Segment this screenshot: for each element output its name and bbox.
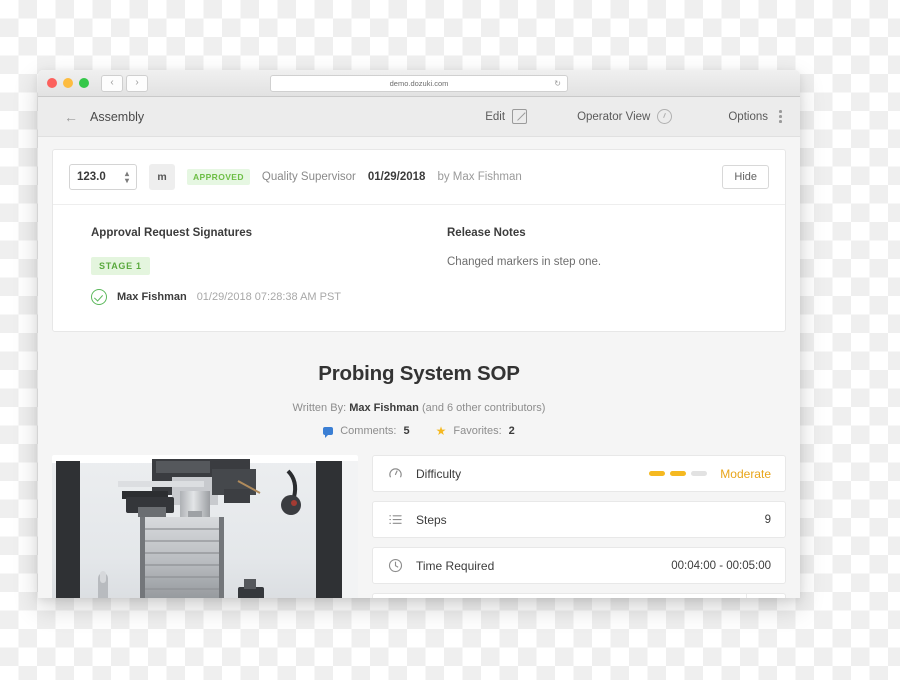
comments-count: 5 xyxy=(403,425,410,437)
url-text: demo.dozuki.com xyxy=(389,78,449,88)
signer-name: Max Fishman xyxy=(117,291,187,303)
pencil-square-icon xyxy=(512,109,528,124)
page-title: Probing System SOP xyxy=(318,362,520,385)
maximize-window-button[interactable] xyxy=(79,78,89,88)
difficulty-bar-1 xyxy=(649,471,666,476)
reload-icon[interactable]: ↻ xyxy=(554,79,561,88)
breadcrumb[interactable]: Assembly xyxy=(90,110,144,124)
forward-button[interactable]: › xyxy=(126,74,148,92)
stepper-arrows-icon[interactable]: ▴ ▾ xyxy=(125,169,129,184)
release-notes-body: Changed markers in step one. xyxy=(447,256,602,268)
window-controls xyxy=(47,78,89,88)
written-by-label: Written By: xyxy=(292,402,347,414)
favorites-label: Favorites: xyxy=(453,425,502,437)
favorites-stat[interactable]: ★ Favorites: 2 xyxy=(436,425,515,437)
approval-card: 123.0 ▴ ▾ m APPROVED Quality Supervisor 0… xyxy=(52,149,786,332)
difficulty-bar-3 xyxy=(691,471,708,476)
close-window-button[interactable] xyxy=(47,78,57,88)
approval-author: by Max Fishman xyxy=(437,171,522,183)
hide-button[interactable]: Hide xyxy=(722,165,769,189)
star-icon: ★ xyxy=(435,424,447,438)
options-button[interactable]: Options xyxy=(728,109,782,124)
unit-label: m xyxy=(149,164,175,190)
gauge-icon xyxy=(657,109,673,124)
approval-date: 01/29/2018 xyxy=(367,171,426,183)
difficulty-meter: Moderate xyxy=(649,467,771,481)
status-badge: APPROVED xyxy=(187,169,250,185)
approval-body: Approval Request Signatures STAGE 1 Max … xyxy=(53,205,785,331)
document-title-block: Probing System SOP Written By: Max Fishm… xyxy=(38,332,800,438)
back-button[interactable]: ‹ xyxy=(101,74,123,92)
difficulty-label: Difficulty xyxy=(416,466,462,481)
approval-bar: 123.0 ▴ ▾ m APPROVED Quality Supervisor 0… xyxy=(53,150,785,205)
steps-value: 9 xyxy=(764,513,771,526)
info-row-steps[interactable]: Steps 9 xyxy=(372,501,786,538)
info-row-time[interactable]: Time Required 00:04:00 - 00:05:00 xyxy=(372,547,786,584)
back-arrow-icon[interactable]: ← xyxy=(64,110,78,124)
signature-row: Max Fishman 01/29/2018 07:28:38 AM PST xyxy=(91,289,431,305)
quantity-value: 123.0 xyxy=(77,171,106,183)
signatures-column: Approval Request Signatures STAGE 1 Max … xyxy=(91,227,431,305)
release-notes-heading: Release Notes xyxy=(447,227,526,239)
time-required-label: Time Required xyxy=(416,558,495,573)
options-label: Options xyxy=(728,110,768,123)
clock-icon xyxy=(387,558,404,573)
guide-info-list: Difficulty Moderate Steps 9 Time Require… xyxy=(372,455,786,598)
time-required-value: 00:04:00 - 00:05:00 xyxy=(671,559,771,572)
operator-view-label: Operator View xyxy=(577,110,651,123)
navigation-buttons: ‹ › xyxy=(101,74,148,92)
difficulty-gauge-icon xyxy=(387,466,404,481)
quantity-stepper[interactable]: 123.0 ▴ ▾ xyxy=(69,164,137,190)
kebab-menu-icon[interactable] xyxy=(779,109,782,124)
app-header: ← Assembly Edit Operator View Options xyxy=(38,97,800,137)
byline: Written By: Max Fishman (and 6 other con… xyxy=(38,402,800,414)
steps-label: Steps xyxy=(416,512,447,527)
check-circle-icon xyxy=(91,289,107,305)
edit-label: Edit xyxy=(485,110,506,123)
browser-window: ‹ › demo.dozuki.com ↻ ← Assembly Edit Op… xyxy=(38,70,800,598)
cnc-machine-photo xyxy=(52,455,358,598)
comments-label: Comments: xyxy=(340,425,397,437)
info-row-difficulty[interactable]: Difficulty Moderate xyxy=(372,455,786,492)
difficulty-bar-2 xyxy=(670,471,687,476)
author-name[interactable]: Max Fishman xyxy=(349,402,419,414)
approver-role: Quality Supervisor xyxy=(261,171,356,183)
guide-hero-image[interactable] xyxy=(52,455,358,598)
expand-sections-button[interactable] xyxy=(746,594,771,598)
comment-bubble-icon xyxy=(323,427,334,438)
comments-stat[interactable]: Comments: 5 xyxy=(323,425,410,438)
list-icon xyxy=(387,512,404,527)
favorites-count: 2 xyxy=(508,425,515,437)
minimize-window-button[interactable] xyxy=(63,78,73,88)
document-stats: Comments: 5 ★ Favorites: 2 xyxy=(38,425,800,438)
address-bar[interactable]: demo.dozuki.com ↻ xyxy=(270,74,568,92)
release-notes-column: Release Notes Changed markers in step on… xyxy=(431,227,769,305)
contributors-label: (and 6 other contributors) xyxy=(421,402,546,414)
signer-timestamp: 01/29/2018 07:28:38 AM PST xyxy=(196,291,342,303)
browser-titlebar: ‹ › demo.dozuki.com ↻ xyxy=(38,70,800,97)
stage-badge: STAGE 1 xyxy=(91,257,150,275)
signatures-heading: Approval Request Signatures xyxy=(91,227,253,239)
page-content: 123.0 ▴ ▾ m APPROVED Quality Supervisor 0… xyxy=(38,137,800,598)
edit-button[interactable]: Edit xyxy=(485,109,528,124)
operator-view-button[interactable]: Operator View xyxy=(577,109,673,124)
overview-section: Difficulty Moderate Steps 9 Time Require… xyxy=(38,437,800,598)
difficulty-value: Moderate xyxy=(720,466,771,481)
info-row-sections[interactable]: Sections 1 xyxy=(372,593,786,598)
header-actions: Edit Operator View Options xyxy=(435,109,782,124)
